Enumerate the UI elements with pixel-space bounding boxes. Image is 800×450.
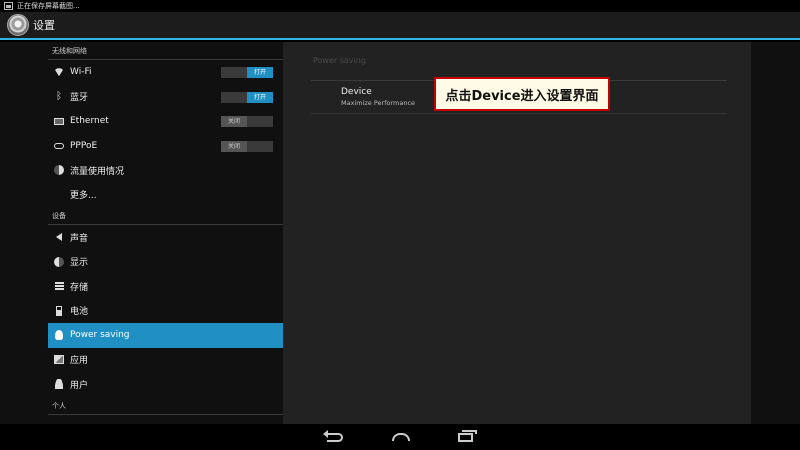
section-header-device: 设备 — [48, 207, 283, 225]
display-icon — [54, 256, 64, 267]
sidebar-item-data-usage[interactable]: 流量使用情况 — [48, 158, 283, 183]
panel-divider — [311, 113, 727, 114]
section-header-wireless: 无线和网络 — [48, 42, 283, 60]
recent-apps-button[interactable] — [454, 428, 477, 446]
data-usage-icon — [54, 165, 64, 176]
toggle-label: 关闭 — [221, 116, 247, 127]
sidebar-item-label: Wi-Fi — [70, 67, 92, 78]
toggle-label: 打开 — [247, 67, 273, 78]
sidebar-item-label: 显示 — [70, 258, 89, 269]
sidebar-item-label: PPPoE — [70, 140, 98, 151]
sidebar-item-label: 用户 — [70, 380, 89, 391]
sidebar-item-label: 电池 — [70, 307, 89, 318]
sidebar-item-label: 声音 — [70, 233, 89, 244]
section-header-personal: 个人 — [48, 397, 283, 415]
sidebar-item-power-saving[interactable]: Power saving — [48, 323, 283, 348]
ethernet-icon — [54, 116, 64, 126]
sidebar-item-label: Power saving — [70, 330, 130, 341]
status-bar: 正在保存屏幕截图... — [0, 0, 800, 12]
sidebar-item-sound[interactable]: 声音 — [48, 225, 283, 250]
sidebar-item-label: 更多... — [70, 191, 97, 202]
sidebar-item-label: 存储 — [70, 282, 89, 293]
battery-icon — [54, 305, 64, 316]
sidebar-item-wifi[interactable]: Wi-Fi 打开 — [48, 60, 283, 85]
sidebar-item-users[interactable]: 用户 — [48, 372, 283, 397]
sound-icon — [54, 232, 64, 242]
back-icon — [323, 429, 343, 442]
home-button[interactable] — [390, 428, 412, 446]
settings-sidebar: 无线和网络 Wi-Fi 打开 ᛒ 蓝牙 打开 Ethernet 关闭 PPPoE… — [48, 42, 283, 424]
panel-header: Power saving — [313, 56, 366, 65]
app-title: 设置 — [33, 19, 55, 32]
sidebar-item-bluetooth[interactable]: ᛒ 蓝牙 打开 — [48, 85, 283, 110]
bluetooth-icon: ᛒ — [56, 90, 62, 102]
sidebar-item-ethernet[interactable]: Ethernet 关闭 — [48, 109, 283, 134]
storage-icon — [54, 281, 64, 291]
pppoe-icon — [54, 141, 64, 151]
sidebar-item-storage[interactable]: 存储 — [48, 274, 283, 299]
toggle-label: 关闭 — [221, 140, 247, 152]
settings-main: 无线和网络 Wi-Fi 打开 ᛒ 蓝牙 打开 Ethernet 关闭 PPPoE… — [0, 42, 800, 424]
sidebar-item-label: 流量使用情况 — [70, 166, 125, 177]
action-bar: 设置 — [0, 12, 800, 40]
bluetooth-toggle[interactable]: 打开 — [221, 91, 273, 103]
sidebar-item-display[interactable]: 显示 — [48, 250, 283, 275]
back-button[interactable] — [323, 428, 346, 446]
sidebar-item-label: 蓝牙 — [70, 93, 89, 104]
user-icon — [54, 379, 64, 390]
settings-app-icon[interactable] — [7, 14, 29, 36]
wifi-icon — [54, 67, 64, 77]
power-saving-icon — [54, 330, 64, 341]
toggle-label: 打开 — [247, 91, 273, 103]
recent-apps-icon — [457, 429, 477, 442]
pppoe-toggle[interactable]: 关闭 — [221, 140, 273, 152]
sidebar-item-more[interactable]: 更多... — [48, 183, 283, 208]
sidebar-item-battery[interactable]: 电池 — [48, 299, 283, 324]
navigation-bar — [0, 424, 800, 450]
screenshot-icon — [4, 2, 13, 10]
status-text: 正在保存屏幕截图... — [17, 2, 80, 10]
apps-icon — [54, 355, 64, 365]
sidebar-item-pppoe[interactable]: PPPoE 关闭 — [48, 134, 283, 159]
sidebar-item-label: Ethernet — [70, 116, 109, 127]
wifi-toggle[interactable]: 打开 — [221, 67, 273, 78]
instruction-callout: 点击Device进入设置界面 — [434, 77, 610, 111]
sidebar-item-label: 应用 — [70, 356, 89, 367]
sidebar-item-apps[interactable]: 应用 — [48, 348, 283, 373]
ethernet-toggle[interactable]: 关闭 — [221, 116, 273, 127]
home-icon — [392, 433, 410, 441]
